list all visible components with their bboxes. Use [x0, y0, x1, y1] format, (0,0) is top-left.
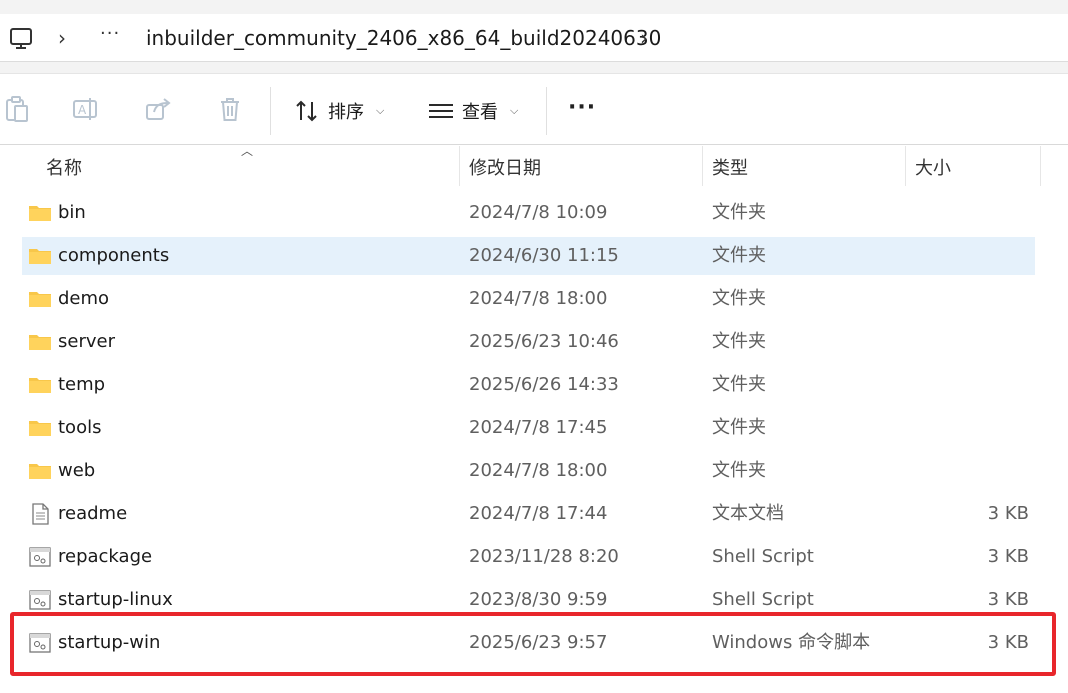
file-row[interactable]: demo 2024/7/8 18:00 文件夹 — [22, 280, 1035, 318]
column-header-modified[interactable]: 修改日期 — [469, 154, 541, 180]
file-row[interactable]: repackage 2023/11/28 8:20 Shell Script 3… — [22, 538, 1035, 576]
file-type: 文件夹 — [712, 460, 766, 481]
file-type: 文件夹 — [712, 245, 766, 266]
text-document-icon — [32, 503, 49, 525]
sort-label: 排序 — [328, 102, 364, 123]
file-row[interactable]: web 2024/7/8 18:00 文件夹 — [22, 452, 1035, 490]
sort-ascending-icon: ︿ — [241, 144, 254, 158]
file-row[interactable]: bin 2024/7/8 10:09 文件夹 — [22, 194, 1035, 232]
file-row[interactable]: components 2024/6/30 11:15 文件夹 — [22, 237, 1035, 275]
command-bar: A 排序 ⌵ 查看 ⌵ ··· — [0, 75, 1068, 145]
file-type: 文件夹 — [712, 202, 766, 223]
column-header-row: ︿ 名称 修改日期 类型 大小 — [0, 144, 1068, 186]
share-icon[interactable] — [144, 95, 172, 123]
file-modified: 2024/7/8 17:44 — [469, 503, 608, 524]
chevron-down-icon: ⌵ — [510, 104, 519, 117]
column-divider[interactable] — [905, 146, 906, 186]
file-row[interactable]: tools 2024/7/8 17:45 文件夹 — [22, 409, 1035, 447]
column-header-size[interactable]: 大小 — [915, 154, 951, 180]
file-size: 3 KB — [987, 503, 1029, 524]
address-bar: › ··· inbuilder_community_2406_x86_64_bu… — [0, 0, 1068, 74]
file-type: 文件夹 — [712, 331, 766, 352]
breadcrumb-chevron-icon[interactable]: › — [640, 26, 648, 50]
sort-button[interactable]: 排序 ⌵ — [294, 97, 384, 125]
file-type: 文件夹 — [712, 288, 766, 309]
file-modified: 2023/11/28 8:20 — [469, 546, 619, 567]
file-type: 文件夹 — [712, 417, 766, 438]
file-name: temp — [58, 374, 106, 395]
file-modified: 2025/6/23 10:46 — [469, 331, 619, 352]
view-button[interactable]: 查看 ⌵ — [428, 97, 518, 125]
file-name: server — [58, 331, 115, 352]
file-size: 3 KB — [987, 589, 1029, 610]
file-name: components — [58, 245, 170, 266]
file-modified: 2023/8/30 9:59 — [469, 589, 608, 610]
svg-text:A: A — [78, 103, 87, 117]
sort-icon — [296, 100, 317, 122]
file-type: Shell Script — [712, 589, 814, 610]
folder-icon — [29, 335, 51, 350]
file-modified: 2024/7/8 17:45 — [469, 417, 608, 438]
address-field[interactable]: › ··· inbuilder_community_2406_x86_64_bu… — [0, 14, 1068, 62]
toolbar-separator — [546, 87, 547, 135]
file-name: bin — [58, 202, 86, 223]
breadcrumb-current-folder[interactable]: inbuilder_community_2406_x86_64_build202… — [146, 25, 661, 51]
column-divider[interactable] — [459, 146, 460, 186]
file-name: tools — [58, 417, 102, 438]
chevron-down-icon: ⌵ — [376, 104, 385, 117]
folder-icon — [29, 421, 51, 436]
paste-icon[interactable] — [2, 95, 30, 123]
folder-icon — [29, 292, 51, 307]
file-row[interactable]: temp 2025/6/26 14:33 文件夹 — [22, 366, 1035, 404]
file-name: demo — [58, 288, 110, 309]
rename-icon[interactable]: A — [72, 95, 100, 123]
column-header-type[interactable]: 类型 — [712, 154, 748, 180]
column-header-name[interactable]: 名称 — [46, 154, 82, 180]
file-modified: 2024/7/8 18:00 — [469, 288, 608, 309]
view-label: 查看 — [462, 102, 498, 123]
file-modified: 2025/6/26 14:33 — [469, 374, 619, 395]
folder-icon — [29, 249, 51, 264]
highlight-annotation-box — [10, 612, 1056, 676]
script-icon — [29, 590, 51, 610]
script-icon — [29, 547, 51, 567]
file-row[interactable]: readme 2024/7/8 17:44 文本文档 3 KB — [22, 495, 1035, 533]
column-divider[interactable] — [1040, 146, 1041, 186]
file-type: 文本文档 — [712, 503, 784, 524]
breadcrumb-overflow-button[interactable]: ··· — [100, 23, 120, 44]
file-name: startup-linux — [58, 589, 173, 610]
this-pc-icon[interactable] — [8, 26, 34, 52]
file-type: 文件夹 — [712, 374, 766, 395]
folder-icon — [29, 378, 51, 393]
file-name: web — [58, 460, 96, 481]
folder-icon — [29, 206, 51, 221]
file-name: readme — [58, 503, 128, 524]
file-type: Shell Script — [712, 546, 814, 567]
file-row[interactable]: server 2025/6/23 10:46 文件夹 — [22, 323, 1035, 361]
view-list-icon — [429, 104, 453, 118]
toolbar-separator — [270, 87, 271, 135]
more-options-button[interactable]: ··· — [568, 95, 596, 120]
column-divider[interactable] — [702, 146, 703, 186]
file-size: 3 KB — [987, 546, 1029, 567]
breadcrumb-chevron-icon[interactable]: › — [58, 26, 66, 50]
file-modified: 2024/7/8 10:09 — [469, 202, 608, 223]
file-modified: 2024/7/8 18:00 — [469, 460, 608, 481]
file-modified: 2024/6/30 11:15 — [469, 245, 619, 266]
delete-icon[interactable] — [216, 95, 244, 123]
file-name: repackage — [58, 546, 153, 567]
folder-icon — [29, 464, 51, 479]
